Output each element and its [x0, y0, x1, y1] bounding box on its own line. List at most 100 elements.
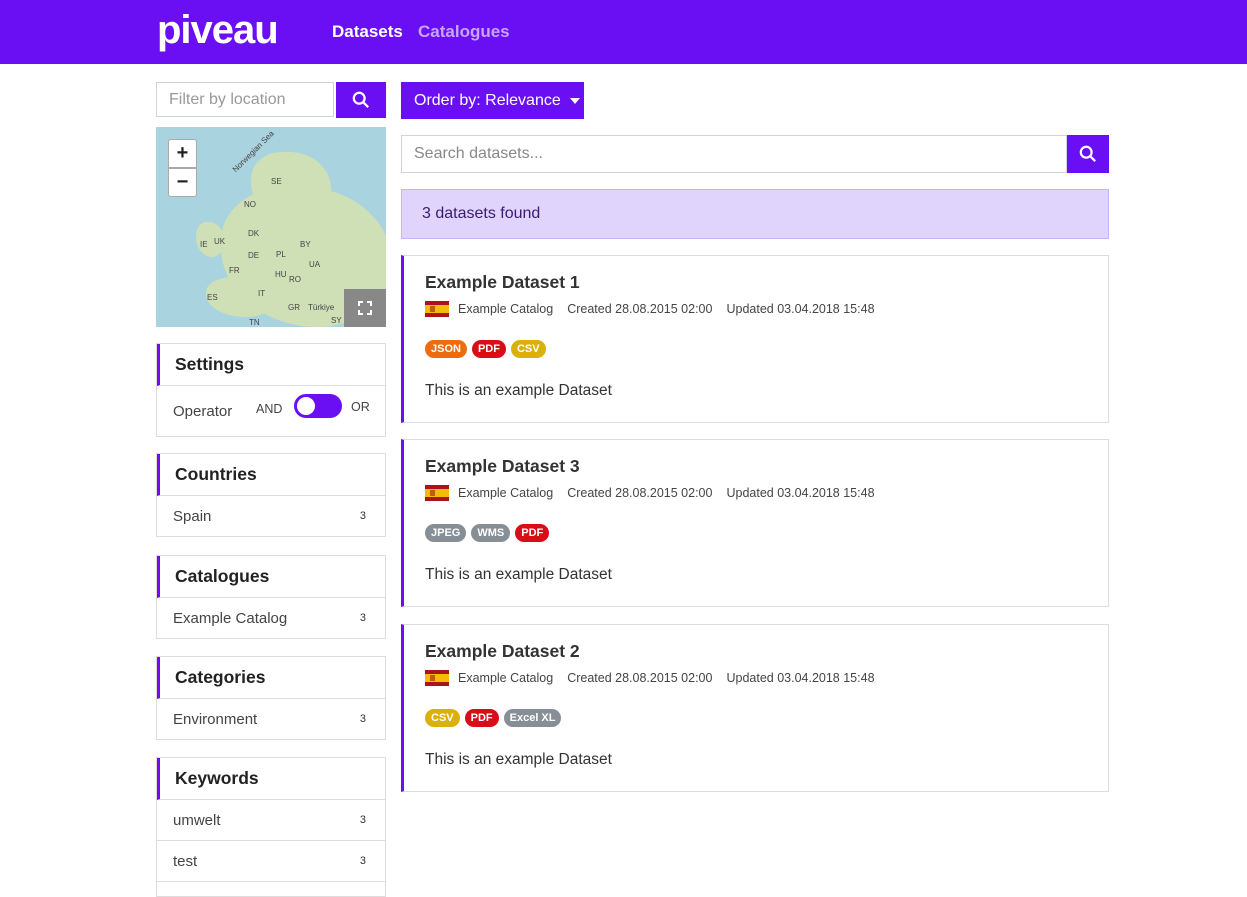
facet-title: Catalogues	[157, 556, 385, 598]
map-label: UK	[214, 237, 226, 246]
settings-title: Settings	[157, 344, 385, 386]
operator-row: Operator AND OR	[157, 386, 385, 436]
facet-title: Countries	[157, 454, 385, 496]
order-by-label: Order by: Relevance	[414, 91, 561, 109]
map-label: UA	[309, 260, 321, 269]
facet-keywords: Keywords umwelt 3 test 3	[156, 757, 386, 897]
dataset-catalog: Example Catalog	[458, 302, 554, 316]
dataset-card[interactable]: Example Dataset 2 Example Catalog Create…	[401, 624, 1109, 792]
facet-item[interactable]: Environment 3	[157, 699, 385, 739]
top-navbar: piveau Datasets Catalogues	[0, 0, 1247, 64]
map-label: NO	[244, 200, 256, 209]
format-badge: CSV	[510, 340, 546, 358]
facet-title: Categories	[157, 657, 385, 699]
map-label: TN	[249, 318, 260, 327]
format-badges: CSV PDF Excel XL	[425, 709, 566, 727]
operator-toggle[interactable]	[294, 394, 342, 418]
facet-item-label: test	[173, 852, 198, 870]
map-label: DE	[248, 251, 260, 260]
location-filter-input[interactable]: Filter by location	[156, 82, 334, 117]
dataset-updated: Updated 03.04.2018 15:48	[726, 671, 875, 685]
format-badge: PDF	[464, 709, 499, 727]
location-search-button[interactable]	[336, 82, 386, 118]
dataset-meta: Example Catalog Created 28.08.2015 02:00…	[425, 670, 889, 686]
facet-item-count: 3	[359, 855, 366, 867]
map-label: SE	[271, 177, 282, 186]
dataset-meta: Example Catalog Created 28.08.2015 02:00…	[425, 301, 889, 317]
facet-countries: Countries Spain 3	[156, 453, 386, 537]
dataset-meta: Example Catalog Created 28.08.2015 02:00…	[425, 485, 889, 501]
format-badges: JSON PDF CSV	[425, 340, 551, 358]
settings-panel: Settings Operator AND OR	[156, 343, 386, 437]
zoom-out-button[interactable]: −	[168, 168, 197, 197]
facet-item-label: Spain	[173, 507, 212, 525]
facet-item[interactable]: Spain 3	[157, 496, 385, 536]
format-badge: PDF	[471, 340, 506, 358]
facet-catalogues: Catalogues Example Catalog 3	[156, 555, 386, 639]
dataset-card[interactable]: Example Dataset 1 Example Catalog Create…	[401, 255, 1109, 423]
and-label: AND	[256, 402, 283, 416]
facet-title: Keywords	[157, 758, 385, 800]
dataset-title[interactable]: Example Dataset 1	[425, 272, 580, 293]
format-badge: WMS	[471, 524, 511, 542]
facet-categories: Categories Environment 3	[156, 656, 386, 740]
dataset-description: This is an example Dataset	[425, 751, 612, 768]
format-badge: JSON	[425, 340, 467, 358]
facet-item-label: Example Catalog	[173, 609, 288, 627]
order-by-dropdown[interactable]: Order by: Relevance	[401, 82, 584, 119]
piveau-logo[interactable]: piveau	[157, 8, 279, 53]
facet-item-count: 3	[359, 814, 366, 826]
facet-item[interactable]: test 3	[157, 841, 385, 882]
map-label: DK	[248, 229, 260, 238]
facet-item-count: 3	[359, 510, 366, 522]
dataset-search-input[interactable]: Search datasets...	[401, 135, 1067, 173]
facet-item[interactable]: Example Catalog 3	[157, 598, 385, 638]
dataset-catalog: Example Catalog	[458, 486, 554, 500]
dataset-created: Created 28.08.2015 02:00	[567, 302, 713, 316]
nav-catalogues[interactable]: Catalogues	[418, 22, 510, 42]
dataset-catalog: Example Catalog	[458, 671, 554, 685]
spain-flag-icon	[425, 485, 449, 501]
format-badge: Excel XL	[503, 709, 562, 727]
facet-item-count: 3	[359, 612, 366, 624]
spain-flag-icon	[425, 670, 449, 686]
dataset-created: Created 28.08.2015 02:00	[567, 671, 713, 685]
operator-label: Operator	[173, 403, 233, 420]
facet-item-label: umwelt	[173, 811, 221, 829]
facet-item-label: Environment	[173, 710, 258, 728]
fullscreen-icon	[358, 301, 372, 315]
spain-flag-icon	[425, 301, 449, 317]
dataset-title[interactable]: Example Dataset 2	[425, 641, 580, 662]
map-label: Türkiye	[308, 303, 335, 312]
map-label: IE	[200, 240, 208, 249]
toggle-knob	[297, 397, 315, 415]
facet-item[interactable]: umwelt 3	[157, 800, 385, 841]
map-label: PL	[276, 250, 286, 259]
location-map[interactable]: Norwegian Sea SE NO DK IE UK BY PL DE UA…	[156, 127, 386, 327]
caret-down-icon	[569, 97, 580, 104]
nav-datasets[interactable]: Datasets	[332, 22, 403, 42]
facet-item-count: 3	[359, 713, 366, 725]
zoom-in-button[interactable]: +	[168, 139, 197, 168]
search-icon	[1079, 145, 1096, 162]
or-label: OR	[351, 400, 370, 414]
map-label: SY	[331, 316, 342, 325]
map-label: IT	[258, 289, 266, 298]
format-badges: JPEG WMS PDF	[425, 524, 554, 542]
map-label: ES	[207, 293, 218, 302]
dataset-card[interactable]: Example Dataset 3 Example Catalog Create…	[401, 439, 1109, 607]
dataset-description: This is an example Dataset	[425, 566, 612, 583]
format-badge: CSV	[425, 709, 460, 727]
results-count-alert: 3 datasets found	[401, 189, 1109, 239]
fullscreen-button[interactable]	[344, 289, 386, 327]
format-badge: PDF	[515, 524, 550, 542]
map-label: GR	[288, 303, 300, 312]
map-label: BY	[300, 240, 311, 249]
dataset-updated: Updated 03.04.2018 15:48	[726, 302, 875, 316]
format-badge: JPEG	[425, 524, 467, 542]
dataset-search-button[interactable]	[1067, 135, 1109, 173]
dataset-title[interactable]: Example Dataset 3	[425, 456, 580, 477]
map-label: RO	[289, 275, 301, 284]
dataset-description: This is an example Dataset	[425, 382, 612, 399]
map-label: FR	[229, 266, 240, 275]
